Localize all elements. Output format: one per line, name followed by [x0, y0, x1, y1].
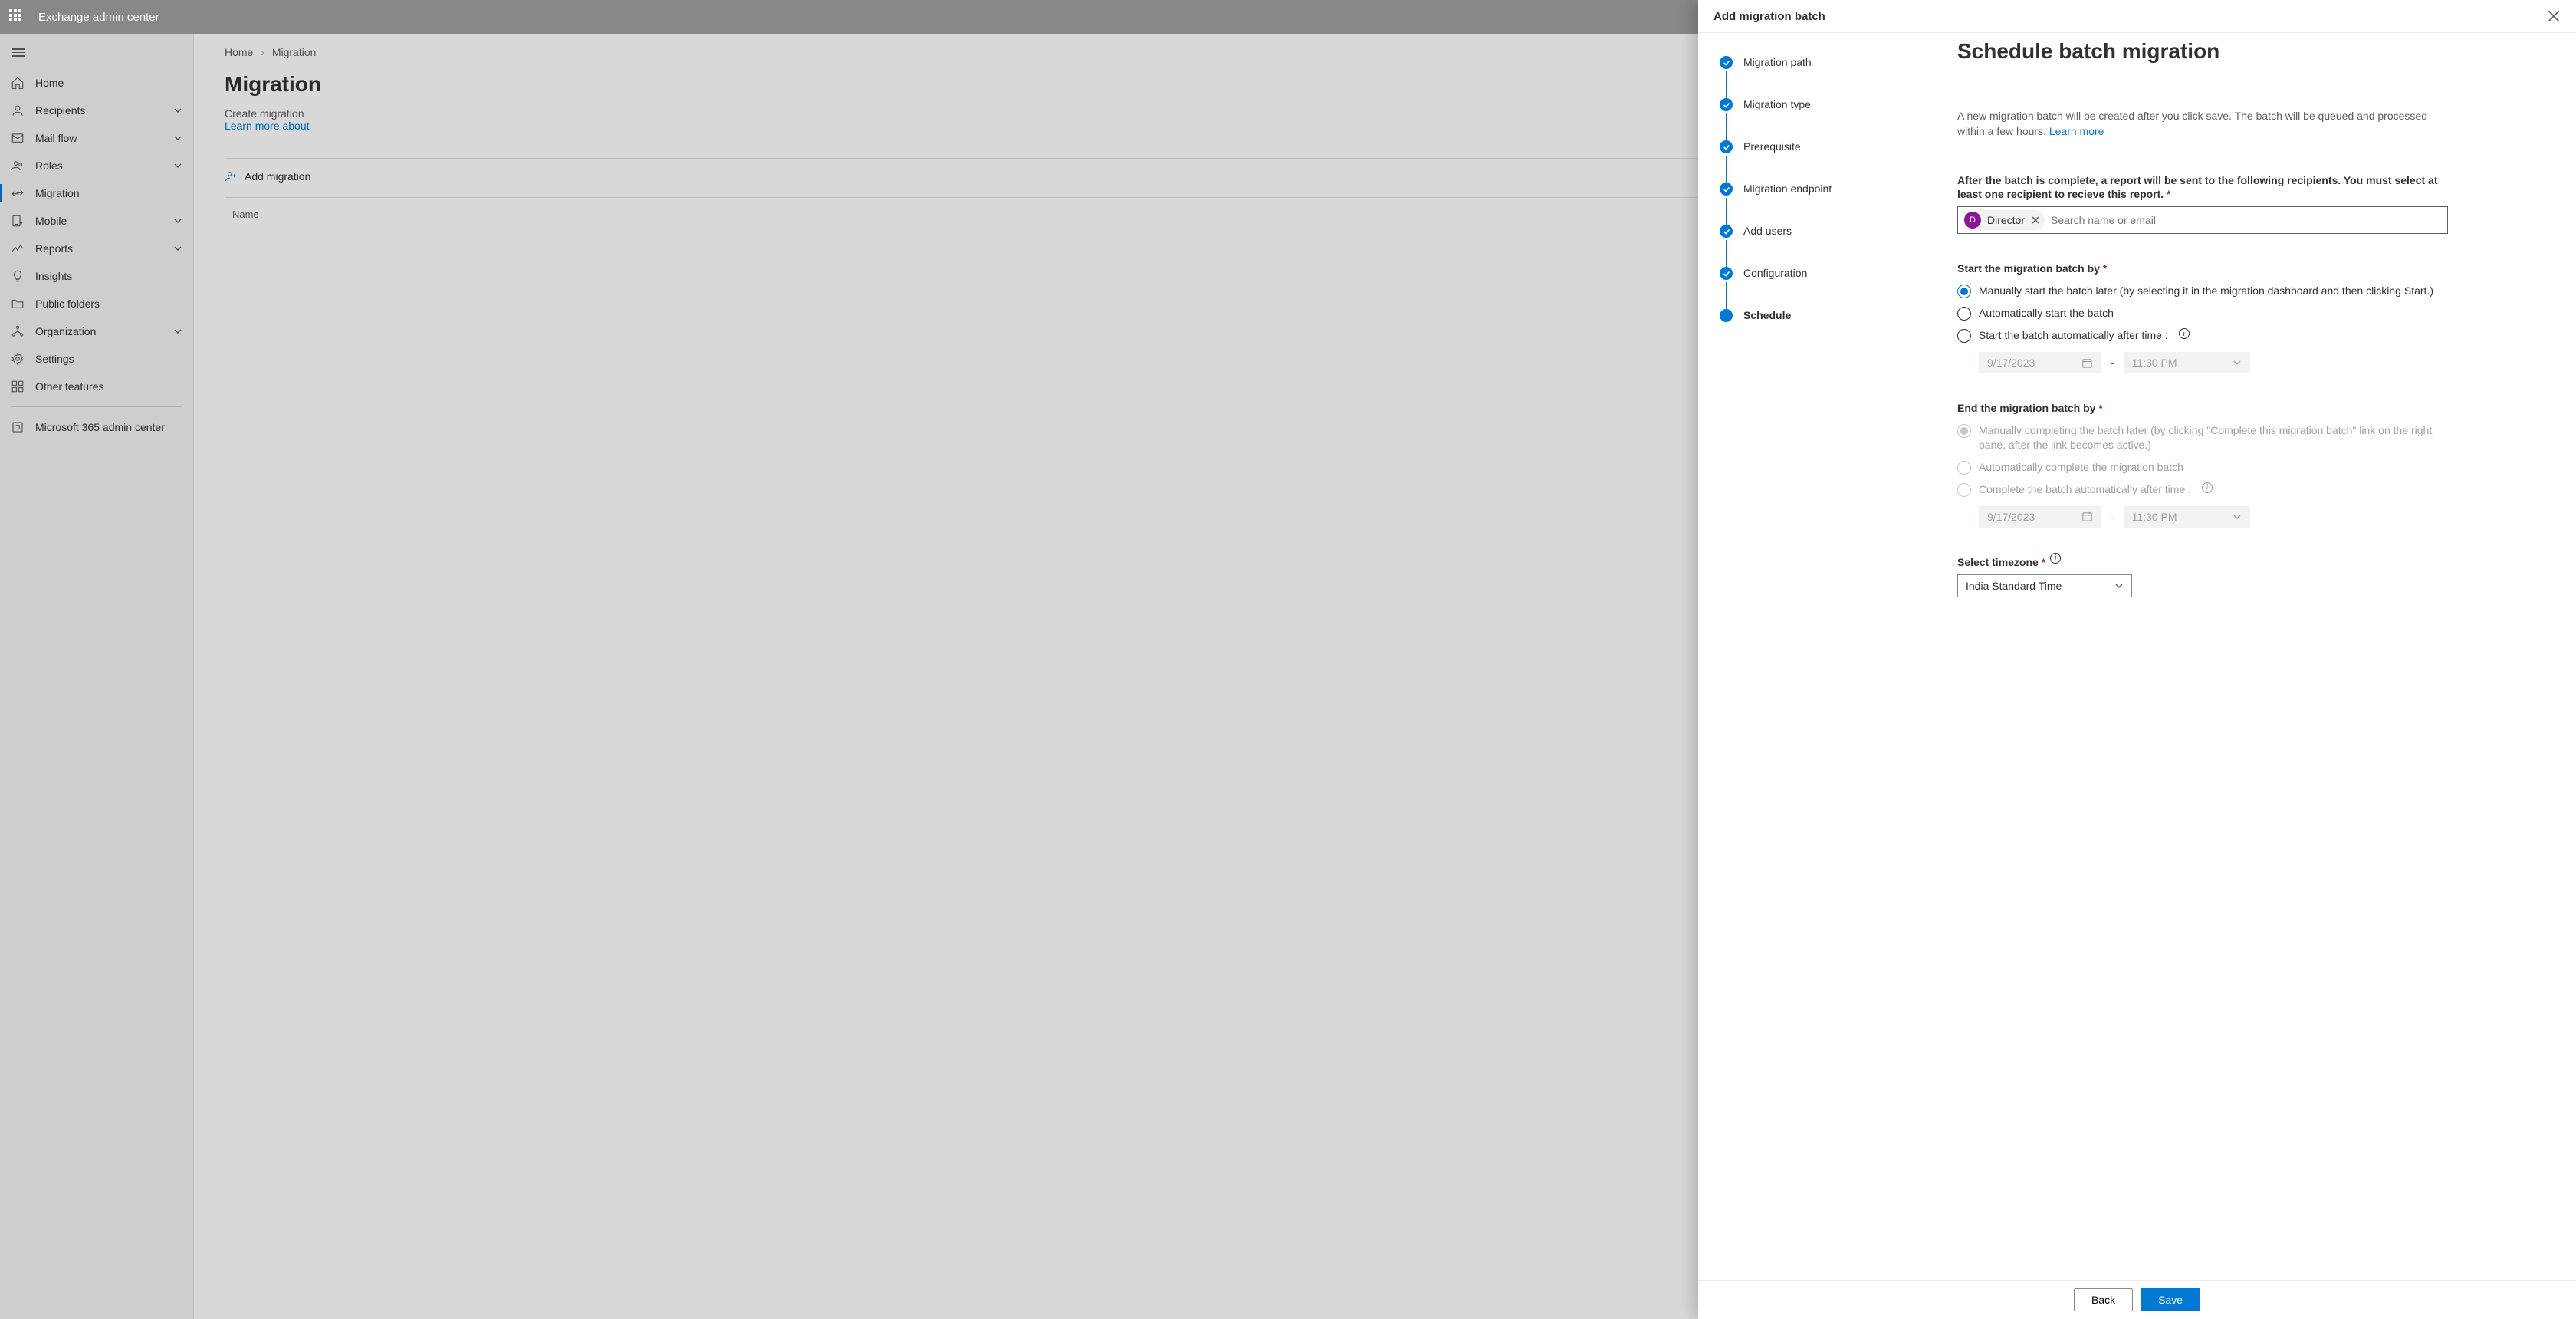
chevron-down-icon — [2233, 512, 2242, 521]
radio-option: Manually completing the batch later (by … — [1957, 423, 2448, 452]
chevron-down-icon — [2233, 358, 2242, 367]
separator: - — [2111, 357, 2114, 369]
radio-icon — [1957, 285, 1971, 298]
radio-label: Automatically complete the migration bat… — [1979, 460, 2183, 475]
step-label: Migration path — [1743, 56, 1812, 68]
recipient-picker[interactable]: D Director — [1957, 206, 2448, 234]
start-datetime: 9/17/2023 - 11:30 PM — [1979, 352, 2539, 373]
wizard-step[interactable]: Migration path — [1720, 56, 1898, 98]
form-area: Schedule batch migration A new migration… — [1921, 33, 2576, 1280]
radio-label: Manually start the batch later (by selec… — [1979, 284, 2433, 298]
check-icon — [1720, 140, 1733, 153]
migration-panel: Add migration batch Migration path Migra… — [1698, 0, 2576, 1319]
end-label: End the migration batch by * — [1957, 401, 2448, 416]
start-radio-group: Manually start the batch later (by selec… — [1957, 284, 2539, 373]
step-label: Add users — [1743, 225, 1792, 237]
radio-option: Complete the batch automatically after t… — [1957, 482, 2448, 497]
info-icon[interactable]: i — [2050, 553, 2061, 564]
panel-title: Add migration batch — [1714, 10, 1825, 23]
radio-icon — [1957, 461, 1971, 475]
check-icon — [1720, 267, 1733, 280]
end-datetime: 9/17/2023 - 11:30 PM — [1979, 506, 2539, 528]
step-label: Migration type — [1743, 98, 1811, 110]
start-label: Start the migration batch by * — [1957, 261, 2448, 276]
learn-more-link[interactable]: Learn more — [2049, 125, 2104, 137]
recipient-input[interactable] — [2051, 214, 2443, 226]
persona-chip: D Director — [1963, 210, 2045, 230]
form-title: Schedule batch migration — [1957, 39, 2539, 64]
wizard-step[interactable]: Migration type — [1720, 98, 1898, 140]
info-icon: i — [2202, 482, 2213, 493]
radio-option[interactable]: Start the batch automatically after time… — [1957, 328, 2448, 343]
back-button[interactable]: Back — [2074, 1288, 2133, 1311]
remove-icon[interactable] — [2031, 215, 2040, 225]
check-icon — [1720, 183, 1733, 196]
separator: - — [2111, 511, 2114, 523]
radio-label: Complete the batch automatically after t… — [1979, 482, 2191, 497]
step-label: Migration endpoint — [1743, 183, 1832, 195]
wizard-step[interactable]: Prerequisite — [1720, 140, 1898, 183]
chevron-down-icon — [2114, 581, 2124, 590]
radio-option: Automatically complete the migration bat… — [1957, 460, 2448, 475]
step-label: Schedule — [1743, 309, 1791, 321]
step-label: Prerequisite — [1743, 140, 1801, 153]
end-radio-group: Manually completing the batch later (by … — [1957, 423, 2539, 528]
wizard-steps: Migration path Migration type Prerequisi… — [1698, 33, 1921, 1280]
radio-label: Start the batch automatically after time… — [1979, 328, 2168, 343]
calendar-icon — [2082, 357, 2093, 369]
current-dot-icon — [1720, 309, 1733, 322]
wizard-step-current[interactable]: Schedule — [1720, 309, 1898, 351]
step-label: Configuration — [1743, 267, 1807, 279]
end-time-field: 11:30 PM — [2124, 506, 2250, 528]
check-icon — [1720, 98, 1733, 111]
radio-option[interactable]: Manually start the batch later (by selec… — [1957, 284, 2448, 298]
radio-icon — [1957, 424, 1971, 438]
persona-name: Director — [1987, 214, 2025, 226]
panel-footer: Back Save — [1698, 1280, 2576, 1319]
app-launcher-icon[interactable] — [9, 9, 25, 25]
save-button[interactable]: Save — [2141, 1288, 2200, 1311]
recipient-label: After the batch is complete, a report wi… — [1957, 173, 2448, 202]
wizard-step[interactable]: Migration endpoint — [1720, 183, 1898, 225]
info-icon[interactable]: i — [2179, 328, 2190, 339]
start-time-field[interactable]: 11:30 PM — [2124, 352, 2250, 373]
radio-icon — [1957, 329, 1971, 343]
wizard-step[interactable]: Configuration — [1720, 267, 1898, 309]
check-icon — [1720, 225, 1733, 238]
avatar: D — [1964, 212, 1981, 229]
radio-icon — [1957, 483, 1971, 497]
radio-label: Automatically start the batch — [1979, 306, 2114, 321]
app-title: Exchange admin center — [38, 11, 159, 24]
radio-label: Manually completing the batch later (by … — [1979, 423, 2448, 452]
close-icon[interactable] — [2547, 9, 2561, 23]
calendar-icon — [2082, 511, 2093, 522]
wizard-step[interactable]: Add users — [1720, 225, 1898, 267]
end-date-field: 9/17/2023 — [1979, 506, 2101, 528]
form-intro: A new migration batch will be created af… — [1957, 108, 2448, 140]
timezone-label: Select timezone * i — [1957, 555, 2539, 570]
radio-icon — [1957, 307, 1971, 321]
timezone-select[interactable]: India Standard Time — [1957, 574, 2132, 597]
radio-option[interactable]: Automatically start the batch — [1957, 306, 2448, 321]
check-icon — [1720, 56, 1733, 69]
start-date-field[interactable]: 9/17/2023 — [1979, 352, 2101, 373]
